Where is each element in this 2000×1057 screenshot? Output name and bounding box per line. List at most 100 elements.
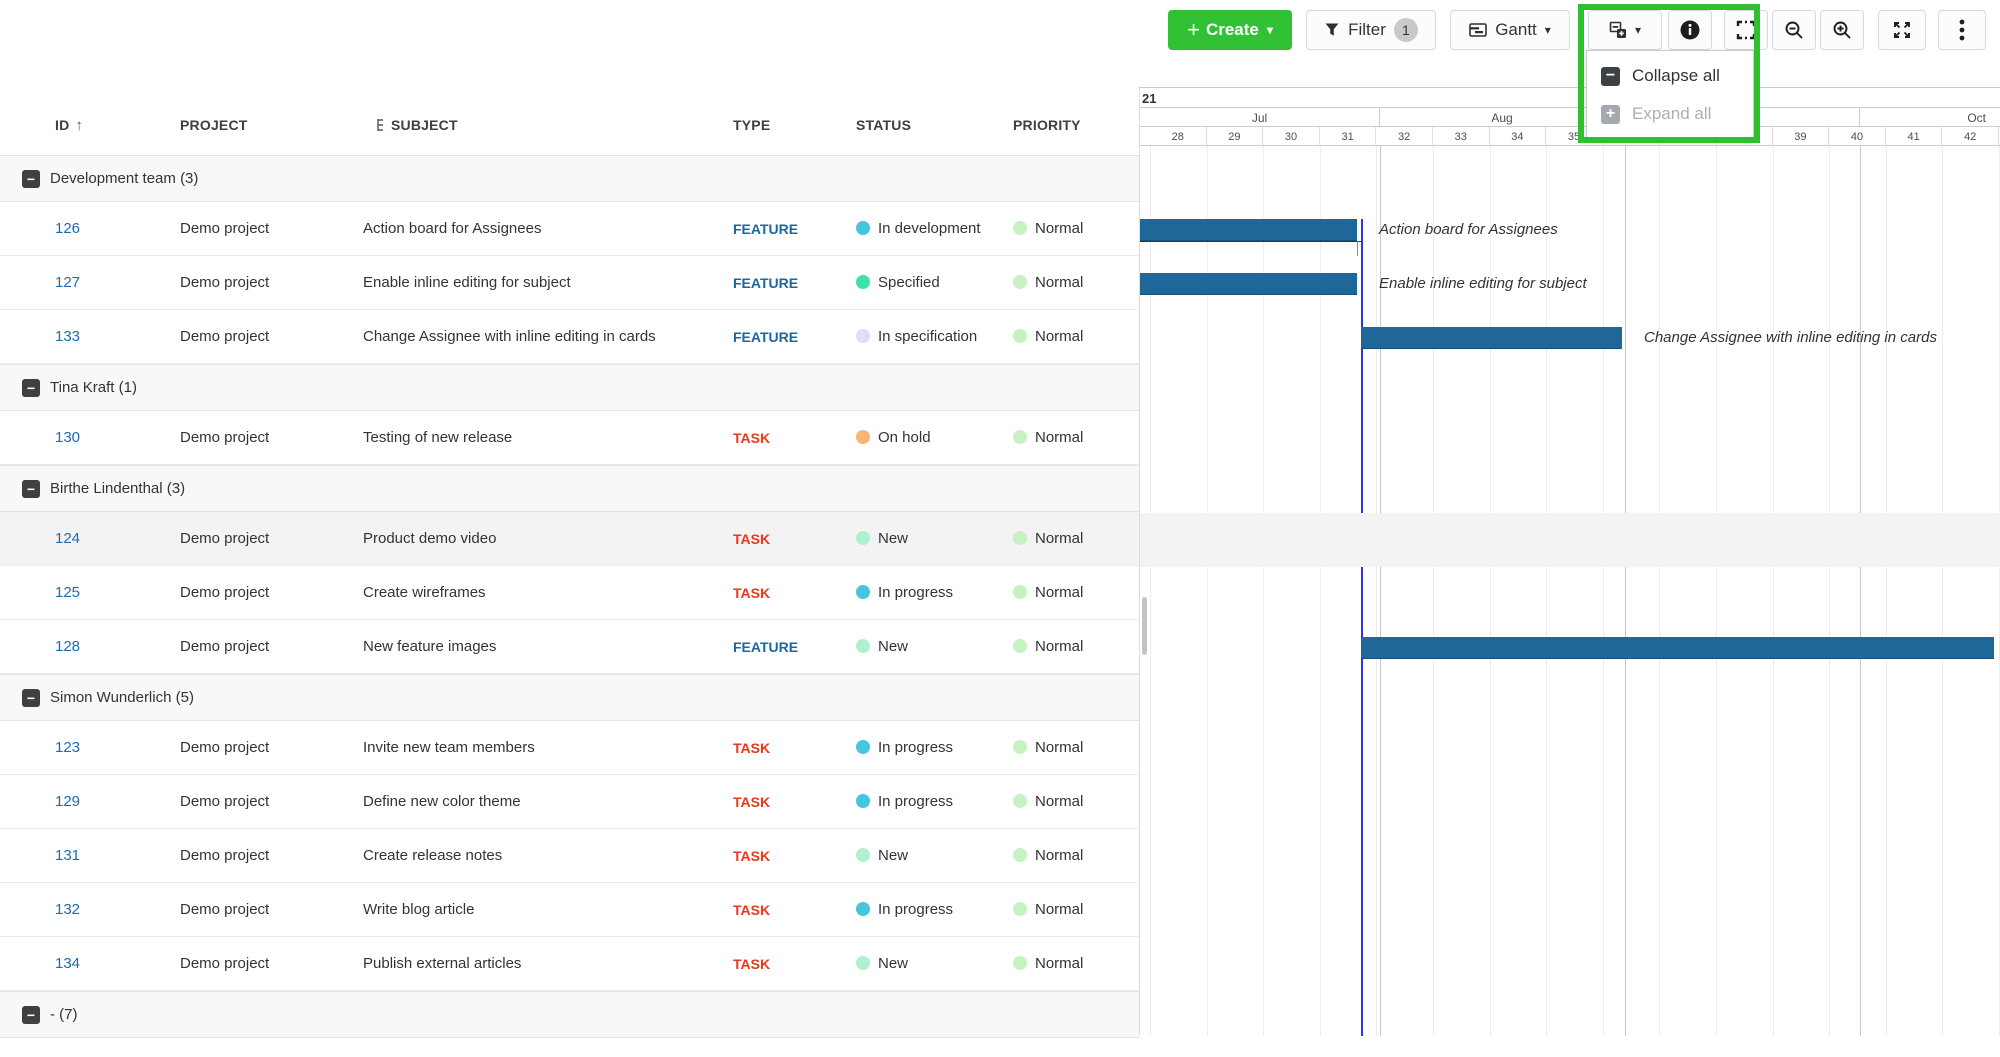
work-package-id-link[interactable]: 128 (55, 638, 80, 655)
type-cell: FEATURE (733, 275, 856, 291)
work-package-id-link[interactable]: 124 (55, 530, 80, 547)
gantt-bar-133[interactable] (1361, 327, 1622, 349)
priority-dot-icon (1013, 639, 1027, 653)
gantt-button[interactable]: Gantt ▾ (1450, 10, 1570, 50)
timeline-week-cell: 30 (1263, 127, 1320, 146)
status-cell: In progress (856, 739, 1013, 756)
table-row: 130Demo projectTesting of new releaseTAS… (0, 411, 1139, 465)
zoom-out-button[interactable] (1772, 10, 1816, 50)
collapse-group-icon[interactable]: − (22, 1006, 40, 1024)
create-button[interactable]: + Create ▾ (1168, 10, 1292, 50)
group-header-row[interactable]: −Simon Wunderlich (5) (0, 674, 1139, 721)
priority-dot-icon (1013, 902, 1027, 916)
zoom-to-fit-button[interactable] (1724, 10, 1768, 50)
timeline-week-cell: 28 (1150, 127, 1207, 146)
group-header-row[interactable]: −Development team (3) (0, 155, 1139, 202)
week-grid-line (1603, 146, 1604, 1036)
status-dot-icon (856, 531, 870, 545)
status-cell: New (856, 638, 1013, 655)
subject-cell[interactable]: Change Assignee with inline editing in c… (363, 328, 733, 345)
zoom-in-button[interactable] (1820, 10, 1864, 50)
table-row: 126Demo projectAction board for Assignee… (0, 202, 1139, 256)
group-label: Tina Kraft (1) (50, 379, 137, 396)
subject-cell[interactable]: Action board for Assignees (363, 220, 733, 237)
week-grid-line (1829, 146, 1830, 1036)
week-grid-line (1773, 146, 1774, 1036)
priority-cell: Normal (1013, 739, 1139, 756)
subject-cell[interactable]: Publish external articles (363, 955, 733, 972)
table-row: 124Demo projectProduct demo videoTASKNew… (0, 512, 1139, 566)
gantt-chart-pane: 21 JulAugSepOct 282930313233343536373839… (1139, 87, 2000, 1035)
collapse-group-icon[interactable]: − (22, 170, 40, 188)
subject-cell[interactable]: Write blog article (363, 901, 733, 918)
work-package-id-link[interactable]: 134 (55, 955, 80, 972)
collapse-group-icon[interactable]: − (22, 689, 40, 707)
project-cell: Demo project (180, 429, 363, 446)
subject-cell[interactable]: Product demo video (363, 530, 733, 547)
work-package-id-link[interactable]: 130 (55, 429, 80, 446)
collapse-group-icon[interactable]: − (22, 480, 40, 498)
status-dot-icon (856, 740, 870, 754)
column-header-project[interactable]: PROJECT (180, 117, 363, 133)
table-body: −Development team (3)126Demo projectActi… (0, 155, 1139, 1038)
column-header-subject[interactable]: SUBJECT (363, 117, 733, 133)
hierarchy-icon[interactable] (377, 118, 385, 132)
status-dot-icon (856, 275, 870, 289)
subject-cell[interactable]: Create wireframes (363, 584, 733, 601)
work-package-id-link[interactable]: 132 (55, 901, 80, 918)
subject-cell[interactable]: Create release notes (363, 847, 733, 864)
table-row: 123Demo projectInvite new team membersTA… (0, 721, 1139, 775)
status-dot-icon (856, 585, 870, 599)
group-header-row[interactable]: −Birthe Lindenthal (3) (0, 465, 1139, 512)
relation-line-stub (1357, 241, 1358, 256)
subject-cell[interactable]: Testing of new release (363, 429, 733, 446)
menu-item-collapse-all[interactable]: − Collapse all (1587, 57, 1753, 95)
filter-button[interactable]: Filter 1 (1306, 10, 1436, 50)
table-header-row: ID ↑ PROJECT SUBJECT TYPE STATUS (0, 95, 1139, 155)
group-header-row[interactable]: −Tina Kraft (1) (0, 364, 1139, 411)
timeline-month-row: JulAugSepOct (1140, 108, 2000, 127)
group-header-row[interactable]: −- (7) (0, 991, 1139, 1038)
relation-line (1140, 241, 1361, 242)
info-button[interactable] (1668, 10, 1712, 50)
status-cell: In development (856, 220, 1013, 237)
work-package-id-link[interactable]: 129 (55, 793, 80, 810)
menu-item-expand-all[interactable]: + Expand all (1587, 95, 1753, 133)
group-label: Development team (3) (50, 170, 198, 187)
work-package-id-link[interactable]: 125 (55, 584, 80, 601)
subject-cell[interactable]: Invite new team members (363, 739, 733, 756)
more-options-kebab-button[interactable] (1938, 10, 1986, 50)
gantt-chart-body: Action board for AssigneesEnable inline … (1140, 146, 2000, 1036)
status-cell: In progress (856, 901, 1013, 918)
column-header-priority[interactable]: PRIORITY (1013, 117, 1139, 133)
timeline-week-cell: 39 (1773, 127, 1830, 146)
collapse-all-icon (1609, 21, 1627, 39)
subject-cell[interactable]: Define new color theme (363, 793, 733, 810)
work-package-id-link[interactable]: 123 (55, 739, 80, 756)
column-header-type[interactable]: TYPE (733, 117, 856, 133)
vertical-scrollbar-thumb[interactable] (1142, 597, 1147, 655)
week-grid-line (1942, 146, 1943, 1036)
collapse-expand-menu-button[interactable]: ▾ (1588, 10, 1662, 50)
work-package-id-link[interactable]: 127 (55, 274, 80, 291)
gantt-bar-127[interactable] (1140, 273, 1357, 295)
work-package-id-link[interactable]: 126 (55, 220, 80, 237)
collapse-group-icon[interactable]: − (22, 379, 40, 397)
priority-cell: Normal (1013, 584, 1139, 601)
subject-cell[interactable]: New feature images (363, 638, 733, 655)
gantt-bar-label: Change Assignee with inline editing in c… (1644, 327, 1937, 349)
project-cell: Demo project (180, 739, 363, 756)
gantt-bar-128[interactable] (1361, 637, 1994, 659)
work-package-id-link[interactable]: 133 (55, 328, 80, 345)
timeline-week-cell: 40 (1829, 127, 1886, 146)
table-row: 129Demo projectDefine new color themeTAS… (0, 775, 1139, 829)
work-package-id-link[interactable]: 131 (55, 847, 80, 864)
table-row: 125Demo projectCreate wireframesTASKIn p… (0, 566, 1139, 620)
column-header-id[interactable]: ID ↑ (55, 117, 180, 134)
expand-fullscreen-button[interactable] (1878, 10, 1926, 50)
gantt-bar-126[interactable] (1140, 219, 1357, 241)
type-cell: TASK (733, 585, 856, 601)
type-cell: FEATURE (733, 329, 856, 345)
column-header-status[interactable]: STATUS (856, 117, 1013, 133)
subject-cell[interactable]: Enable inline editing for subject (363, 274, 733, 291)
